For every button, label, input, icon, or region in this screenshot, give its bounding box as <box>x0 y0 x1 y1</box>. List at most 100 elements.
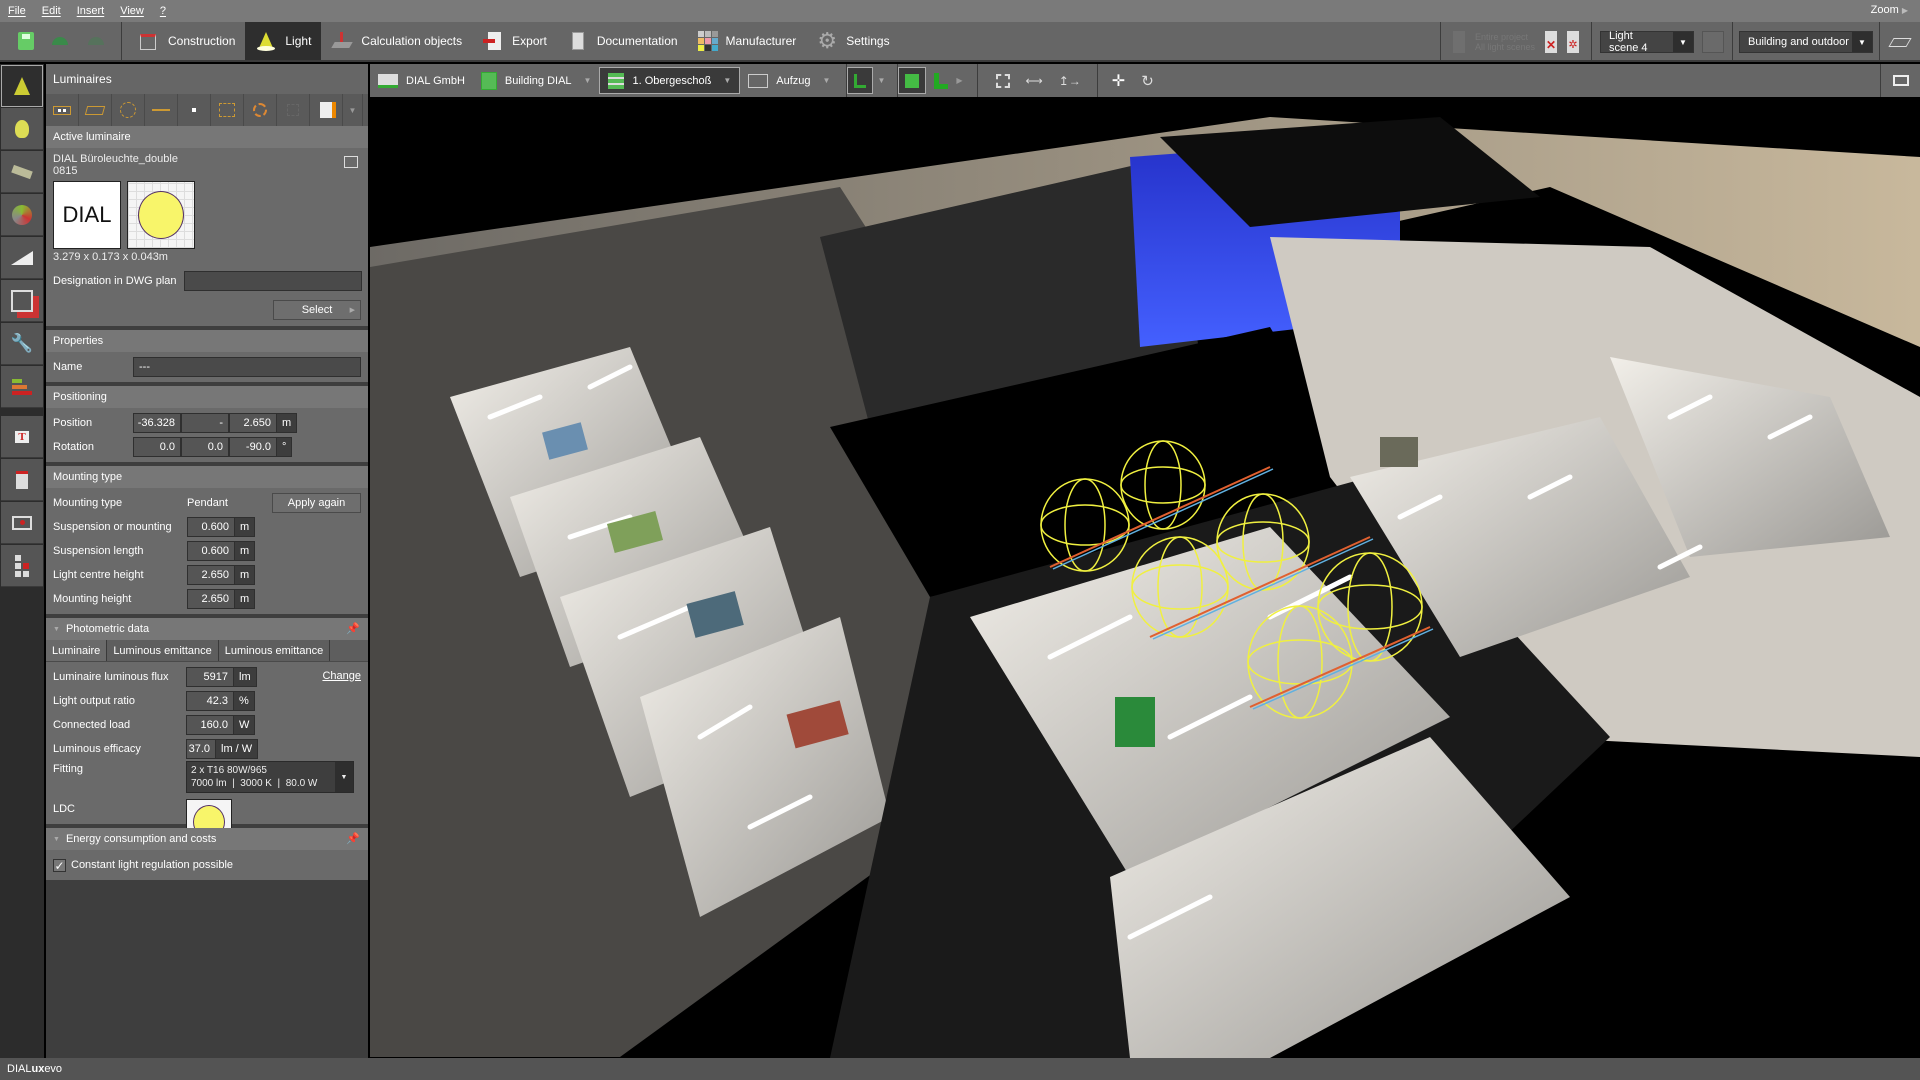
fitting-line-2: 7000 lm | 3000 K | 80.0 W <box>191 778 318 789</box>
select-button[interactable]: Select ▶ <box>273 300 361 320</box>
breadcrumb-storey[interactable]: 1. Obergeschoß ▼ <box>599 67 741 94</box>
export-luminaire-icon[interactable] <box>310 94 343 126</box>
pin-icon[interactable]: 📌 <box>346 832 360 845</box>
designation-input[interactable] <box>184 271 362 291</box>
collapse-triangle-icon: ▼ <box>53 835 60 843</box>
menu-view[interactable]: View <box>120 5 144 17</box>
checkbox[interactable]: ✓ <box>53 858 66 872</box>
redo-icon[interactable] <box>88 35 106 47</box>
view-mode-button[interactable] <box>847 67 874 94</box>
tool-text[interactable]: T <box>1 416 43 458</box>
save-icon[interactable] <box>18 32 34 50</box>
luminaire-toolbar: ▼ <box>46 94 368 126</box>
tool-insert-object[interactable] <box>1 459 43 501</box>
chevron-right-icon[interactable]: ▶ <box>956 76 962 85</box>
mode-settings[interactable]: ⚙ Settings <box>806 22 899 60</box>
photometric-label: Luminous efficacy <box>53 743 141 755</box>
zoom-button[interactable]: Zoom ▶ <box>1871 4 1908 16</box>
tool-luminaires[interactable] <box>1 65 43 107</box>
2d-view-button[interactable] <box>926 64 956 97</box>
rotation-x-input[interactable]: 0.0 <box>133 437 181 457</box>
menu-file[interactable]: File <box>8 5 26 17</box>
menu-insert[interactable]: Insert <box>77 5 105 17</box>
field-arrangement-icon[interactable] <box>79 94 112 126</box>
tool-focus[interactable] <box>1 502 43 544</box>
divider <box>1096 64 1098 97</box>
wrench-icon: 🔧 <box>10 333 34 353</box>
tool-arrange[interactable] <box>1 151 43 193</box>
photometric-value[interactable]: 5917 <box>186 667 234 687</box>
pin-icon[interactable]: 📌 <box>346 622 360 635</box>
mode-documentation[interactable]: Documentation <box>557 22 688 60</box>
change-link[interactable]: Change <box>322 670 361 682</box>
mode-manufacturer[interactable]: Manufacturer <box>688 22 807 60</box>
circular-arrangement-icon[interactable] <box>112 94 145 126</box>
menu-help[interactable]: ? <box>160 5 166 17</box>
scene-settings-icon[interactable]: ✲ <box>1567 31 1579 53</box>
rotation-y-input[interactable]: 0.0 <box>181 437 229 457</box>
mounting-value[interactable]: 0.600 <box>187 517 235 537</box>
tool-dimming[interactable] <box>1 237 43 279</box>
mode-export[interactable]: Export <box>472 22 557 60</box>
position-y-input[interactable]: - <box>181 413 229 433</box>
divider <box>976 64 978 97</box>
chevron-down-icon[interactable]: ▼ <box>877 76 885 85</box>
magic-wand-icon[interactable] <box>211 94 244 126</box>
replace-icon[interactable] <box>244 94 277 126</box>
mounting-value[interactable]: 0.600 <box>187 541 235 561</box>
tool-properties[interactable]: 🔧 <box>1 323 43 365</box>
section-header[interactable]: ▼ Photometric data 📌 <box>46 618 368 640</box>
mounting-value[interactable]: 2.650 <box>187 565 235 585</box>
breadcrumb-company[interactable]: DIAL GmbH <box>370 64 473 97</box>
single-luminaire-icon[interactable] <box>46 94 79 126</box>
mode-light[interactable]: Light <box>245 22 322 60</box>
rotation-z-input[interactable]: -90.0 <box>229 437 277 457</box>
measure-button[interactable]: ⟷ <box>1018 64 1051 97</box>
zoom-extents-button[interactable] <box>988 64 1018 97</box>
tool-energy[interactable] <box>1 366 43 408</box>
delete-scene-icon[interactable]: ✕ <box>1545 31 1557 53</box>
constant-light-checkbox-row[interactable]: ✓ Constant light regulation possible <box>53 853 361 877</box>
move-button[interactable]: ✛ <box>1104 64 1133 97</box>
breadcrumb-object[interactable]: Aufzug ▼ <box>740 64 838 97</box>
view-filter-dropdown[interactable]: Building and outdoor pla... ▼ <box>1739 31 1873 53</box>
position-z-input[interactable]: 2.650 <box>229 413 277 433</box>
undo-icon[interactable] <box>52 35 70 47</box>
chevron-down-icon[interactable]: ▼ <box>343 94 363 126</box>
point-icon[interactable] <box>178 94 211 126</box>
scene-view-button[interactable] <box>1702 31 1724 53</box>
tool-groups[interactable] <box>1 280 43 322</box>
fullscreen-button[interactable] <box>1880 64 1920 97</box>
line-arrangement-icon[interactable] <box>145 94 178 126</box>
photometric-value[interactable]: 42.3 <box>186 691 234 711</box>
apply-again-button[interactable]: Apply again <box>272 493 361 513</box>
chevron-down-icon: ▼ <box>583 76 592 85</box>
floor-plan-icon[interactable] <box>1880 37 1920 47</box>
tab-luminaire[interactable]: Luminaire <box>46 640 108 661</box>
photometric-value[interactable]: 37.0 <box>186 739 216 759</box>
breadcrumb-building[interactable]: Building DIAL ▼ <box>473 64 600 97</box>
fitting-dropdown[interactable]: 2 x T16 80W/965 7000 lm | 3000 K | 80.0 … <box>186 761 354 793</box>
light-scene-dropdown[interactable]: Light scene 4 ▼ <box>1600 30 1694 54</box>
ldc-thumbnail[interactable] <box>127 181 195 249</box>
photometric-value[interactable]: 160.0 <box>186 715 234 735</box>
tool-hierarchy[interactable] <box>1 545 43 587</box>
3d-viewport[interactable] <box>370 97 1920 1058</box>
dimension-button[interactable]: ↥→ <box>1051 64 1089 97</box>
tool-color[interactable] <box>1 194 43 236</box>
tool-lamps[interactable] <box>1 108 43 150</box>
tab-luminous-emittance-2[interactable]: Luminous emittance <box>219 640 331 661</box>
position-x-input[interactable]: -36.328 <box>133 413 181 433</box>
menu-edit[interactable]: Edit <box>42 5 61 17</box>
wall-picture <box>1115 697 1155 747</box>
3d-view-button[interactable] <box>898 67 927 94</box>
mode-construction[interactable]: Construction <box>128 22 245 60</box>
tab-luminous-emittance-1[interactable]: Luminous emittance <box>107 640 219 661</box>
rotate-button[interactable]: ↻ <box>1133 64 1162 97</box>
mode-calculation-objects[interactable]: Calculation objects <box>321 22 472 60</box>
mounting-value[interactable]: 2.650 <box>187 589 235 609</box>
section-header[interactable]: ▼ Energy consumption and costs 📌 <box>46 828 368 850</box>
move-icon: ✛ <box>1111 72 1126 90</box>
catalog-icon[interactable] <box>344 156 358 168</box>
name-input[interactable]: --- <box>133 357 361 377</box>
